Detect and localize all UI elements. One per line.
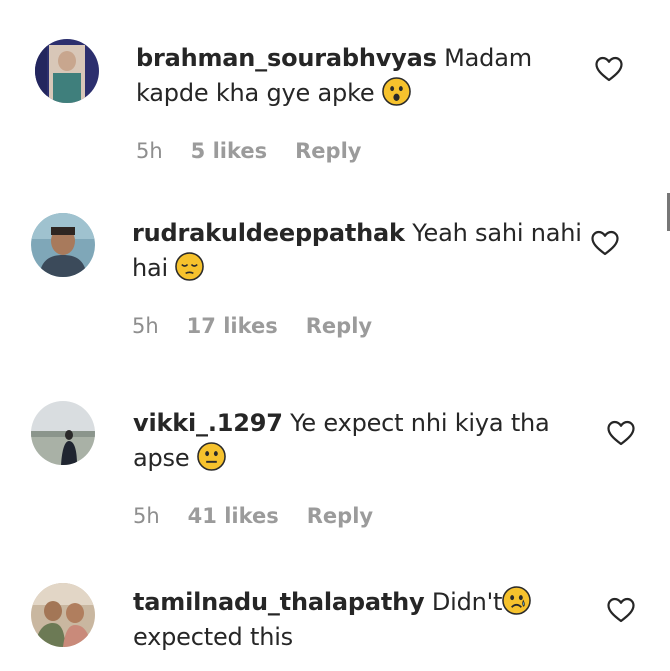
avatar-4-image: [31, 583, 95, 647]
comment-text: rudrakuldeeppathak Yeah sahi nahi hai: [132, 216, 602, 286]
avatar[interactable]: [35, 39, 99, 103]
comment-time: 5h: [133, 504, 160, 528]
reply-button[interactable]: Reply: [307, 504, 373, 528]
comment-meta: 5h 17 likes Reply: [132, 314, 400, 338]
comment-username[interactable]: vikki_.1297: [133, 409, 283, 437]
avatar[interactable]: [31, 401, 95, 465]
comment-username[interactable]: rudrakuldeeppathak: [132, 219, 405, 247]
avatar-2-image: [31, 213, 95, 277]
comment-time: 5h: [136, 139, 163, 163]
heart-outline-icon[interactable]: [594, 55, 624, 83]
comment-likes[interactable]: 41 likes: [188, 504, 279, 528]
comment-time: 5h: [132, 314, 159, 338]
avatar-1-image: [35, 39, 99, 103]
comment-text: tamilnadu_thalapathy Didn't expected thi…: [133, 585, 603, 655]
comment-likes[interactable]: 17 likes: [187, 314, 278, 338]
avatar[interactable]: [31, 213, 95, 277]
comment-text: brahman_sourabhvyas Madam kapde kha gye …: [136, 41, 606, 111]
heart-outline-icon[interactable]: [590, 229, 620, 257]
comment-body: Didn't: [424, 588, 503, 616]
comment-text: vikki_.1297 Ye expect nhi kiya tha apse: [133, 406, 603, 476]
comment-username[interactable]: tamilnadu_thalapathy: [133, 588, 425, 616]
astonished-face-icon: [382, 77, 411, 106]
comment-username[interactable]: brahman_sourabhvyas: [136, 44, 437, 72]
reply-button[interactable]: Reply: [306, 314, 372, 338]
sad-tear-face-icon: [502, 586, 532, 615]
pensive-face-icon: [175, 252, 205, 281]
comment-likes[interactable]: 5 likes: [191, 139, 267, 163]
heart-outline-icon[interactable]: [606, 419, 636, 447]
heart-outline-icon[interactable]: [606, 596, 636, 624]
neutral-face-icon: [197, 442, 226, 471]
reply-button[interactable]: Reply: [295, 139, 361, 163]
comment-meta: 5h 5 likes Reply: [136, 139, 389, 163]
comment-body-continued: expected this: [133, 623, 293, 651]
avatar-3-image: [31, 401, 95, 465]
comment-meta: 5h 41 likes Reply: [133, 504, 401, 528]
avatar[interactable]: [31, 583, 95, 647]
